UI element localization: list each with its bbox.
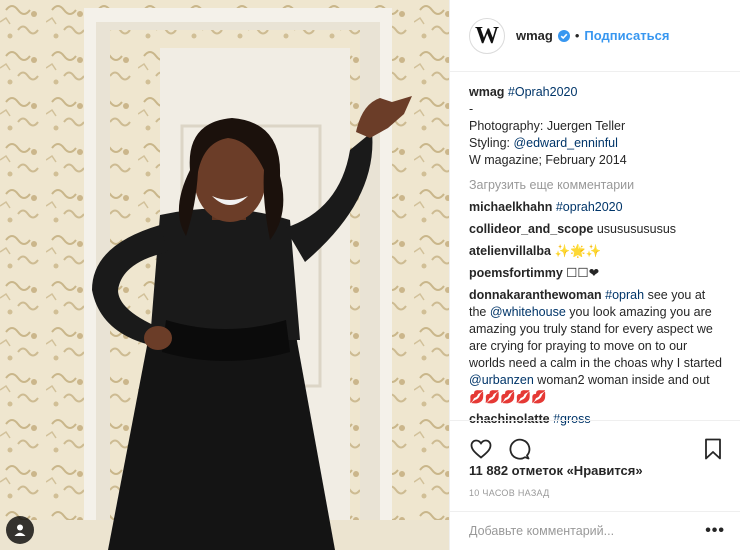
caption: wmag #Oprah2020 <box>469 84 722 101</box>
comment-item: donnakaranthewoman #oprah see you at the… <box>469 287 722 406</box>
instagram-post: W wmag • Подписаться wmag #Oprah2020 - P… <box>0 0 740 550</box>
avatar[interactable]: W <box>469 17 505 54</box>
caption-styling-prefix: Styling: <box>469 136 514 150</box>
caption-magazine: W magazine; February 2014 <box>469 153 627 167</box>
header-separator: • <box>574 28 580 43</box>
like-heart-icon[interactable] <box>469 437 493 461</box>
add-comment-bar: ••• <box>450 511 740 550</box>
comment-item: poemsfortimmy ☐☐❤ <box>469 265 722 282</box>
comment-container: michaelkhahn #oprah2020 collideor_and_sco… <box>469 199 722 426</box>
post-sidebar: W wmag • Подписаться wmag #Oprah2020 - P… <box>449 0 740 550</box>
comment-link[interactable]: @urbanzen <box>469 373 534 387</box>
comment-username-link[interactable]: collideor_and_scope <box>469 222 593 236</box>
action-bar <box>450 420 740 466</box>
caption-dash: - <box>469 102 474 116</box>
comment-text: ☐☐❤ <box>566 266 600 280</box>
comment-item: atelienvillalba ✨🌟✨ <box>469 243 722 260</box>
verified-badge-icon <box>557 29 570 42</box>
follow-button[interactable]: Подписаться <box>584 28 669 43</box>
comment-link[interactable]: @whitehouse <box>490 305 566 319</box>
post-photo-image <box>0 0 449 550</box>
comment-username-link[interactable]: atelienvillalba <box>469 244 551 258</box>
comment-username-link[interactable]: poemsfortimmy <box>469 266 563 280</box>
likes-count-button[interactable]: 11 882 отметок «Нравится» <box>469 463 643 478</box>
caption-username-link[interactable]: wmag <box>469 85 504 99</box>
avatar-logo: W <box>475 22 499 49</box>
caption-styling: Styling: @edward_enninful <box>469 135 722 152</box>
comment-bubble-icon[interactable] <box>507 437 531 461</box>
caption-photography: Photography: Juergen Teller <box>469 119 626 133</box>
user-tag-icon[interactable] <box>6 516 34 544</box>
comments-list: wmag #Oprah2020 - Photography: Juergen T… <box>450 84 740 426</box>
post-header: W wmag • Подписаться <box>450 0 740 72</box>
post-photo[interactable] <box>0 0 449 550</box>
comment-text: ✨🌟✨ <box>554 244 602 258</box>
comment-username-link[interactable]: donnakaranthewoman <box>469 288 602 302</box>
comment-username-link[interactable]: michaelkhahn <box>469 200 552 214</box>
caption-styling-handle-link[interactable]: @edward_enninful <box>513 136 617 150</box>
comment-text: usususususus <box>596 222 677 236</box>
more-options-icon[interactable]: ••• <box>705 523 725 539</box>
comment-item: michaelkhahn #oprah2020 <box>469 199 722 216</box>
load-more-comments-button[interactable]: Загрузить еще комментарии <box>469 177 722 194</box>
comment-item: collideor_and_scope usususususus <box>469 221 722 238</box>
post-timestamp[interactable]: 10 часов назад <box>469 488 550 498</box>
add-comment-input[interactable] <box>469 524 706 538</box>
caption-hashtag-link[interactable]: #Oprah2020 <box>508 85 578 99</box>
bookmark-icon[interactable] <box>701 437 725 461</box>
comment-link[interactable]: #oprah2020 <box>556 200 623 214</box>
header-username-link[interactable]: wmag <box>516 28 553 43</box>
comment-link[interactable]: #oprah <box>605 288 644 302</box>
